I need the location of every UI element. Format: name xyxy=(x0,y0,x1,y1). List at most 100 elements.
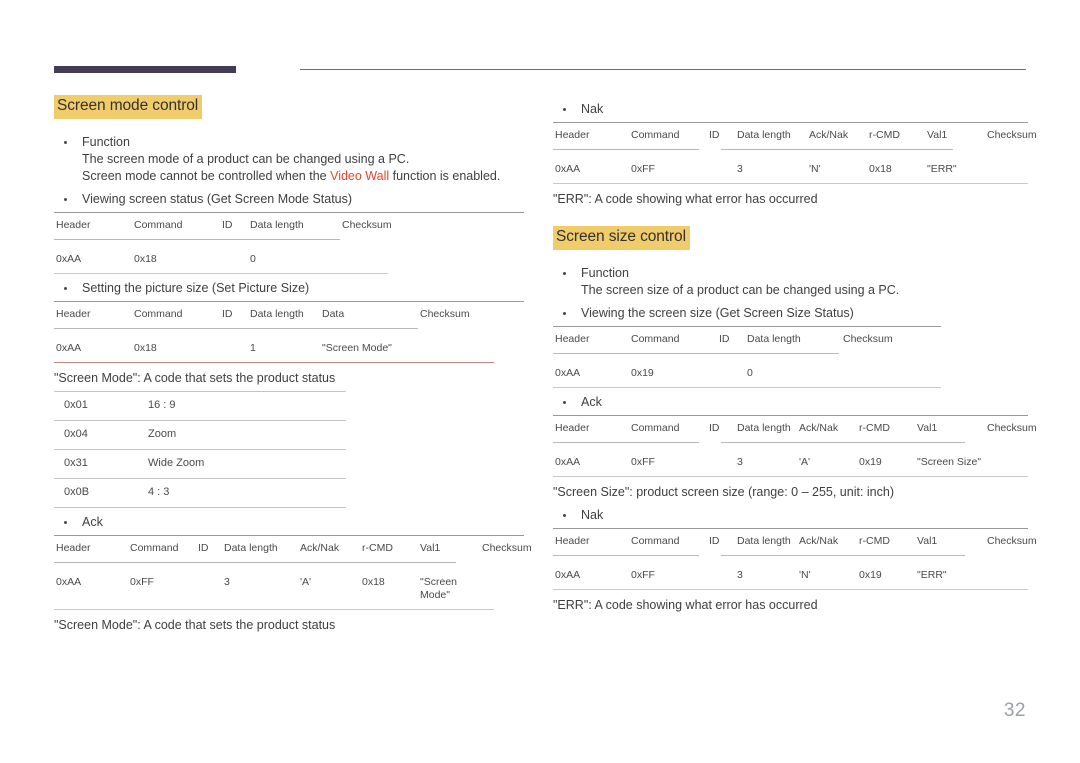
function-line-2-pre: Screen mode cannot be controlled when th… xyxy=(82,168,331,183)
table-header-row: Header Command ID Data length Ack/Nak r-… xyxy=(553,416,1037,442)
table-ack-screen-mode: Header Command ID Data length Ack/Nak r-… xyxy=(54,534,532,610)
cell-id xyxy=(220,247,248,273)
col-header-data-length: Data length xyxy=(250,307,304,320)
col-header-checksum: Checksum xyxy=(987,129,1037,141)
col-header-checksum: Checksum xyxy=(987,534,1037,547)
code-value: 0x31 xyxy=(54,448,138,479)
cell-command: 0x18 xyxy=(134,252,157,265)
table-get-screen-mode-status: Header Command ID Data length Checksum 0… xyxy=(54,211,524,274)
cell-r-cmd: 0x19 xyxy=(859,455,882,468)
col-header-command: Command xyxy=(631,332,680,345)
col-header-data-length: Data length xyxy=(224,541,278,554)
table-get-screen-size-status: Header Command ID Data length Checksum 0… xyxy=(553,325,941,388)
col-header-checksum: Checksum xyxy=(843,332,893,345)
col-header-r-cmd: r-CMD xyxy=(859,421,890,434)
code-value: 0x04 xyxy=(54,419,138,450)
cell-command: 0x18 xyxy=(134,341,157,354)
table-data-row: 0xAA 0xFF 3 'N' 0x19 "ERR" xyxy=(553,563,1028,589)
cell-header: 0xAA xyxy=(555,455,581,468)
table-data-row: 0xAA 0xFF 3 'A' 0x18 "Screen Mode" xyxy=(54,570,524,609)
function-label: Function xyxy=(581,265,629,280)
cell-command: 0xFF xyxy=(631,568,655,581)
col-header-r-cmd: r-CMD xyxy=(869,129,900,141)
cell-id xyxy=(707,157,735,183)
cell-command: 0xFF xyxy=(631,163,655,175)
code-label: Wide Zoom xyxy=(138,448,346,479)
code-label: Zoom xyxy=(138,419,346,450)
table-header-row: Header Command ID Data length Ack/Nak r-… xyxy=(54,536,532,562)
col-header-command: Command xyxy=(130,541,179,554)
cell-r-cmd: 0x18 xyxy=(362,575,385,588)
cell-r-cmd: 0x19 xyxy=(859,568,882,581)
cell-r-cmd: 0x18 xyxy=(869,163,892,175)
table-header-row: Header Command ID Data length Ack/Nak r-… xyxy=(553,123,1037,149)
cell-data-length: 0 xyxy=(250,252,256,265)
cell-header: 0xAA xyxy=(56,575,82,588)
cell-data-length: 3 xyxy=(737,568,743,581)
col-header-id: ID xyxy=(719,332,730,345)
col-header-val1: Val1 xyxy=(927,129,948,141)
cell-checksum xyxy=(841,361,941,387)
col-header-header: Header xyxy=(555,129,590,141)
caption-nak-error-2: "ERR": A code showing what error has occ… xyxy=(553,597,818,612)
table-data-row: 0xAA 0xFF 3 'A' 0x19 "Screen Size" xyxy=(553,450,1028,476)
col-header-data-length: Data length xyxy=(737,534,791,547)
cell-data-length: 3 xyxy=(737,455,743,468)
section-heading-screen-size-control: Screen size control xyxy=(553,226,690,250)
page-number: 32 xyxy=(1003,700,1026,721)
cell-checksum xyxy=(340,247,524,273)
col-header-command: Command xyxy=(631,534,680,547)
bullet-ack: Ack xyxy=(553,394,1028,411)
table-ack-screen-size: Header Command ID Data length Ack/Nak r-… xyxy=(553,414,1037,477)
cell-header: 0xAA xyxy=(56,252,82,265)
table-screen-mode-codes: 0x01 16 : 9 0x04 Zoom 0x31 Wide Zoom 0x0… xyxy=(54,390,346,508)
cell-data-length: 0 xyxy=(747,366,753,379)
bullet-set-picture-size: Setting the picture size (Set Picture Si… xyxy=(54,280,524,297)
col-header-header: Header xyxy=(56,218,91,231)
cell-checksum xyxy=(985,563,1028,589)
function-label: Function xyxy=(82,134,130,149)
cell-id xyxy=(717,361,745,387)
col-header-command: Command xyxy=(134,307,183,320)
cell-command: 0xFF xyxy=(130,575,154,588)
cell-ack-nak: 'A' xyxy=(300,575,312,588)
col-header-id: ID xyxy=(222,307,233,320)
table-data-row: 0xAA 0x18 0 xyxy=(54,247,524,273)
page-header-rule xyxy=(54,66,1026,74)
right-column: Nak Header Command ID Data length Ack/Na… xyxy=(553,95,1037,614)
col-header-val1: Val1 xyxy=(917,421,938,434)
col-header-header: Header xyxy=(555,421,590,434)
caption-ack-screen-mode: "Screen Mode": A code that sets the prod… xyxy=(54,617,336,632)
cell-id xyxy=(220,336,248,362)
table-nak-screen-size: Header Command ID Data length Ack/Nak r-… xyxy=(553,527,1037,590)
function-line-2-post: function is enabled. xyxy=(389,168,501,183)
table-row: 0x31 Wide Zoom xyxy=(54,448,346,479)
video-wall-reference: Video Wall xyxy=(330,168,390,183)
table-data-row: 0xAA 0x18 1 "Screen Mode" xyxy=(54,336,524,362)
col-header-data-length: Data length xyxy=(747,332,801,345)
table-header-row: Header Command ID Data length Ack/Nak r-… xyxy=(553,529,1037,555)
caption-nak-error: "ERR": A code showing what error has occ… xyxy=(553,192,818,206)
col-header-r-cmd: r-CMD xyxy=(859,534,890,547)
bullet-get-screen-mode-status: Viewing screen status (Get Screen Mode S… xyxy=(54,191,524,208)
col-header-command: Command xyxy=(631,129,680,141)
cell-val1: "Screen Mode" xyxy=(420,575,457,601)
col-header-data-length: Data length xyxy=(250,218,304,231)
cell-header: 0xAA xyxy=(555,163,581,175)
col-header-checksum: Checksum xyxy=(342,218,392,231)
col-header-checksum: Checksum xyxy=(987,421,1037,434)
left-column: Screen mode control Function The screen … xyxy=(54,95,532,634)
col-header-ack-nak: Ack/Nak xyxy=(809,129,849,141)
table-row: 0x01 16 : 9 xyxy=(54,390,346,421)
col-header-ack-nak: Ack/Nak xyxy=(300,541,340,554)
col-header-id: ID xyxy=(709,129,720,141)
cell-val1: "Screen Size" xyxy=(917,455,982,468)
cell-data-length: 1 xyxy=(250,341,256,354)
cell-ack-nak: 'N' xyxy=(799,568,811,581)
function-line-1: The screen mode of a product can be chan… xyxy=(82,151,410,166)
col-header-val1: Val1 xyxy=(420,541,441,554)
col-header-header: Header xyxy=(555,332,590,345)
cell-ack-nak: 'A' xyxy=(799,455,811,468)
col-header-checksum: Checksum xyxy=(420,307,470,320)
col-header-data-length: Data length xyxy=(737,129,791,141)
